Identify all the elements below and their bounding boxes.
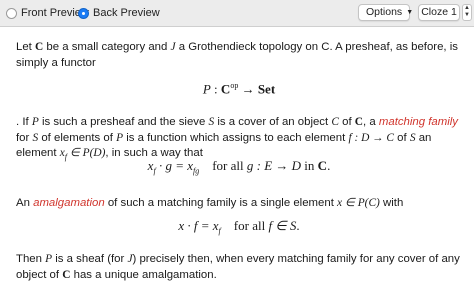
paragraph-amalgamation: An amalgamation of such a matching famil… [16, 197, 404, 209]
matching-family-term: matching family [378, 116, 459, 128]
options-label: Options [366, 6, 403, 18]
back-preview-label: Back Preview [93, 7, 160, 19]
functor-formula: P : Cop → Set [202, 81, 276, 97]
chevron-down-icon: ▼ [406, 9, 414, 16]
options-button[interactable]: Options ▼ [358, 4, 414, 21]
amalgamation-formula: x · f = xf for all f ∈ S. [178, 218, 300, 236]
back-preview-radio[interactable]: Back Preview [78, 7, 160, 19]
paragraph-intro: Let C be a small category and J a Grothe… [16, 41, 458, 69]
radio-unselected-icon [6, 7, 17, 19]
stepper-down-icon: ▼ [464, 12, 470, 18]
amalgamation-term: amalgamation [33, 197, 105, 209]
radio-selected-icon [78, 7, 89, 19]
matching-condition-formula: xf · g = xfg for all g : E → D in C. [147, 158, 331, 176]
front-preview-radio[interactable]: Front Preview [6, 7, 89, 19]
preview-toolbar: Front Preview Back Preview Options ▼ Cloz… [0, 0, 474, 27]
paragraph-sheaf-definition: Then P is a sheaf (for J) precisely then… [16, 253, 460, 281]
cloze-stepper[interactable]: ▲ ▼ [462, 4, 472, 21]
cloze-select[interactable]: Cloze 1 [418, 4, 460, 21]
cloze-label: Cloze 1 [421, 6, 457, 18]
stepper-up-icon: ▲ [464, 5, 470, 11]
